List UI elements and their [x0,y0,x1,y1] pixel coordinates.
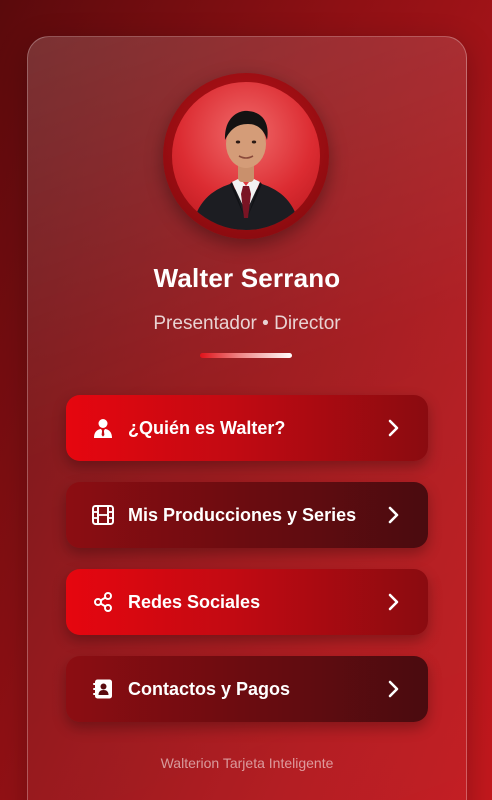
about-walter-button[interactable]: ¿Quién es Walter? [66,395,428,461]
film-icon [92,504,114,526]
social-networks-button[interactable]: Redes Sociales [66,569,428,635]
productions-series-button[interactable]: Mis Producciones y Series [66,482,428,548]
avatar-portrait-image [192,110,300,230]
chevron-right-icon [388,593,399,611]
profile-role: Presentador • Director [153,313,341,334]
avatar-ring [163,73,329,239]
chevron-right-icon [388,680,399,698]
share-icon [92,591,114,613]
chevron-right-icon [388,419,399,437]
profile-name: Walter Serrano [153,263,341,293]
avatar [172,82,320,230]
footer-brand-text: Walterion Tarjeta Inteligente [160,755,334,771]
user-tie-icon [92,417,114,439]
title-underline-divider [200,353,292,358]
contact-card-icon [92,678,114,700]
contacts-payments-button[interactable]: Contactos y Pagos [66,656,428,722]
contacts-payments-label: Contactos y Pagos [128,678,291,699]
profile-card: Walter Serrano Presentador • Director ¿Q… [27,36,467,800]
about-walter-label: ¿Quién es Walter? [128,417,286,438]
social-networks-label: Redes Sociales [128,591,261,612]
chevron-right-icon [388,506,399,524]
productions-series-label: Mis Producciones y Series [128,504,357,525]
